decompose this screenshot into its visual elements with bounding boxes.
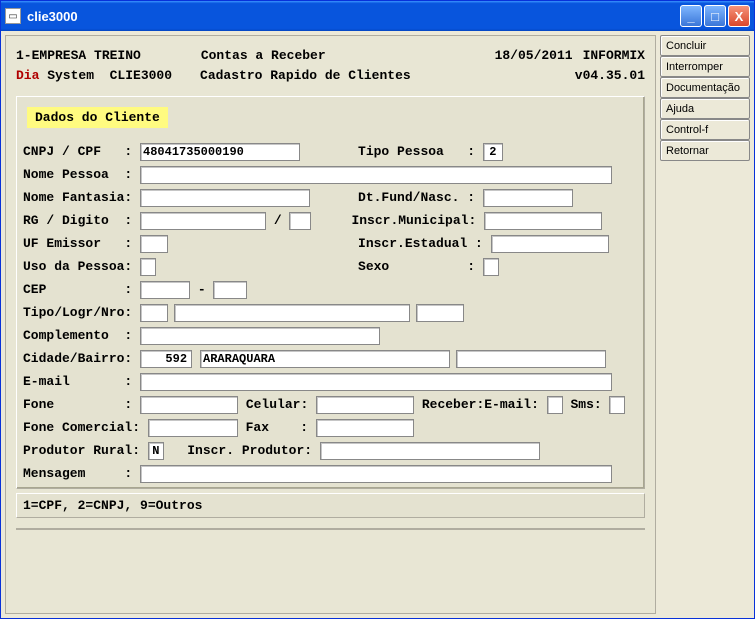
digito-input[interactable] (289, 212, 311, 230)
produtor-input[interactable] (148, 442, 164, 460)
sys-suffix: System CLIE3000 (39, 66, 172, 86)
nome-pessoa-label: Nome Pessoa : (23, 167, 140, 182)
app-icon: ▭ (5, 8, 21, 24)
concluir-button[interactable]: Concluir (660, 35, 750, 56)
inscr-produtor-input[interactable] (320, 442, 540, 460)
fone-input[interactable] (140, 396, 238, 414)
main-panel: 1-EMPRESA TREINO Contas a Receber 18/05/… (5, 35, 656, 614)
header-block: 1-EMPRESA TREINO Contas a Receber 18/05/… (16, 46, 645, 86)
status-bar: 1=CPF, 2=CNPJ, 9=Outros (16, 493, 645, 518)
control-f-button[interactable]: Control-f (660, 119, 750, 140)
uso-pessoa-input[interactable] (140, 258, 156, 276)
celular-input[interactable] (316, 396, 414, 414)
bairro-input[interactable] (456, 350, 606, 368)
subtitle-label: Cadastro Rapido de Clientes (172, 66, 575, 86)
email-input[interactable] (140, 373, 612, 391)
fax-input[interactable] (316, 419, 414, 437)
uf-emissor-label: UF Emissor : (23, 236, 140, 251)
titlebar: ▭ clie3000 _ □ X (1, 1, 754, 31)
close-button[interactable]: X (728, 5, 750, 27)
form-area: Dados do Cliente CNPJ / CPF : Tipo Pesso… (16, 96, 645, 489)
version-label: v04.35.01 (575, 66, 645, 86)
module-label: Contas a Receber (141, 46, 495, 66)
tipo-pessoa-label: Tipo Pessoa : (358, 144, 483, 159)
nome-fantasia-input[interactable] (140, 189, 310, 207)
sexo-input[interactable] (483, 258, 499, 276)
tipo-b-input[interactable] (174, 304, 410, 322)
sms-input[interactable] (609, 396, 625, 414)
fax-label: Fax : (238, 420, 316, 435)
cidade-nome-input[interactable] (200, 350, 450, 368)
inscr-municipal-input[interactable] (484, 212, 602, 230)
side-button-bar: Concluir Interromper Documentação Ajuda … (660, 35, 750, 614)
complemento-label: Complemento : (23, 328, 140, 343)
cep-b-input[interactable] (213, 281, 247, 299)
retornar-button[interactable]: Retornar (660, 140, 750, 161)
tipo-log-label: Tipo/Logr/Nro: (23, 305, 140, 320)
cidade-bairro-label: Cidade/Bairro: (23, 351, 140, 366)
dt-fund-label: Dt.Fund/Nasc. : (358, 190, 483, 205)
sys-prefix: Dia (16, 66, 39, 86)
tipo-pessoa-input[interactable] (483, 143, 503, 161)
fone-label: Fone : (23, 397, 140, 412)
section-title: Dados do Cliente (27, 107, 168, 128)
minimize-button[interactable]: _ (680, 5, 702, 27)
complemento-input[interactable] (140, 327, 380, 345)
rg-label: RG / Digito : (23, 213, 140, 228)
cep-a-input[interactable] (140, 281, 190, 299)
cnpj-cpf-input[interactable] (140, 143, 300, 161)
documentacao-button[interactable]: Documentação (660, 77, 750, 98)
receber-email-label: Receber:E-mail: (414, 397, 547, 412)
mensagem-input[interactable] (140, 465, 612, 483)
maximize-button[interactable]: □ (704, 5, 726, 27)
db-label: INFORMIX (583, 46, 645, 66)
tipo-a-input[interactable] (140, 304, 168, 322)
nome-pessoa-input[interactable] (140, 166, 612, 184)
receber-email-input[interactable] (547, 396, 563, 414)
inscr-produtor-label: Inscr. Produtor: (164, 443, 320, 458)
inscr-estadual-input[interactable] (491, 235, 609, 253)
sexo-label: Sexo : (358, 259, 483, 274)
inscr-estadual-label: Inscr.Estadual : (358, 236, 491, 251)
celular-label: Celular: (238, 397, 316, 412)
tipo-c-input[interactable] (416, 304, 464, 322)
sms-label: Sms: (563, 397, 610, 412)
uso-pessoa-label: Uso da Pessoa: (23, 259, 140, 274)
uf-emissor-input[interactable] (140, 235, 168, 253)
window-title: clie3000 (27, 9, 680, 24)
rg-input[interactable] (140, 212, 266, 230)
inscr-municipal-label: Inscr.Municipal: (351, 213, 484, 228)
app-window: ▭ clie3000 _ □ X 1-EMPRESA TREINO Contas… (0, 0, 755, 619)
cidade-cod-input[interactable] (140, 350, 192, 368)
mensagem-label: Mensagem : (23, 466, 140, 481)
fone-com-label: Fone Comercial: (23, 420, 148, 435)
cnpj-cpf-label: CNPJ / CPF : (23, 144, 140, 159)
email-label: E-mail : (23, 374, 140, 389)
interromper-button[interactable]: Interromper (660, 56, 750, 77)
fone-com-input[interactable] (148, 419, 238, 437)
dt-fund-input[interactable] (483, 189, 573, 207)
produtor-label: Produtor Rural: (23, 443, 148, 458)
cep-label: CEP : (23, 282, 140, 297)
company-label: 1-EMPRESA TREINO (16, 46, 141, 66)
date-label: 18/05/2011 (495, 46, 583, 66)
nome-fantasia-label: Nome Fantasia: (23, 190, 140, 205)
ajuda-button[interactable]: Ajuda (660, 98, 750, 119)
